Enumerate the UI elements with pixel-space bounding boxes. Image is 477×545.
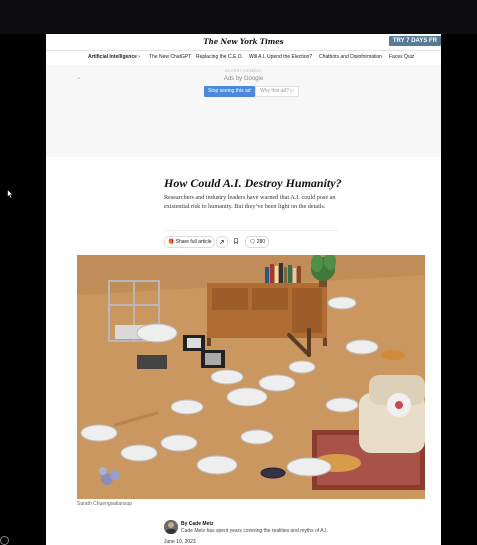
comment-count: 280 — [256, 239, 266, 245]
nav-item-artificial-intelligence[interactable]: Artificial Intelligence › — [88, 54, 140, 60]
save-button[interactable] — [231, 236, 241, 246]
share-full-article-label: Share full article — [175, 239, 212, 245]
masthead: The New York Times TRY 7 DAYS FR — [46, 34, 441, 50]
ad-slot: ADVERTISEMENT • Ads by Google Stop seein… — [46, 65, 441, 157]
divider — [164, 230, 338, 231]
nav-item-upend-election[interactable]: Will A.I. Upend the Election? — [249, 54, 312, 60]
share-full-article-button[interactable]: 🎁 Share full article — [164, 236, 216, 248]
why-this-ad-button[interactable]: Why this ad? ▷ — [255, 86, 300, 97]
bookmark-icon — [234, 238, 238, 244]
publish-date: June 10, 2023 — [164, 539, 196, 545]
comment-icon: 🗨 — [249, 239, 256, 245]
byline: By Cade Metz Cade Metz has spent years c… — [164, 520, 424, 536]
comments-button[interactable]: 🗨 280 — [245, 236, 270, 248]
nyt-logo[interactable]: The New York Times — [46, 37, 441, 46]
author-bio: Cade Metz has spent years covering the r… — [181, 528, 328, 534]
gift-icon: 🎁 — [168, 239, 175, 245]
share-icon — [219, 240, 224, 245]
arrow-cursor-icon — [7, 189, 14, 199]
nav-item-replacing-ceo[interactable]: Replacing the C.E.O. — [196, 54, 243, 60]
author-name[interactable]: By Cade Metz — [181, 521, 214, 527]
article-summary: Researchers and industry leaders have wa… — [164, 194, 336, 210]
try-subscription-button[interactable]: TRY 7 DAYS FR — [388, 36, 441, 46]
hero-image[interactable] — [77, 255, 425, 499]
cat — [381, 350, 405, 360]
nav-item-new-chatgpt[interactable]: The New ChatGPT — [149, 54, 191, 60]
author-avatar[interactable] — [164, 520, 178, 534]
share-button[interactable] — [216, 236, 228, 248]
browser-top-bar — [0, 0, 477, 34]
ad-label: ADVERTISEMENT — [224, 68, 263, 73]
nav-item-chatbots-disinformation[interactable]: Chatbots and Disinformation — [319, 54, 382, 60]
corner-widget[interactable] — [0, 536, 9, 545]
robot-vacuums-illustration — [77, 255, 425, 499]
article-page: The New York Times TRY 7 DAYS FR Artific… — [46, 34, 441, 545]
article-headline: How Could A.I. Destroy Humanity? — [164, 176, 342, 190]
ads-by-google: Ads by Google — [223, 76, 264, 82]
image-caption: Sarath Chuengsatiansup — [77, 501, 133, 507]
author-photo — [164, 520, 178, 534]
section-nav: Artificial Intelligence › The New ChatGP… — [46, 50, 441, 66]
stop-seeing-ad-button[interactable]: Stop seeing this ad — [204, 86, 255, 97]
nav-item-faces-quiz[interactable]: Faces Quiz — [389, 54, 414, 60]
